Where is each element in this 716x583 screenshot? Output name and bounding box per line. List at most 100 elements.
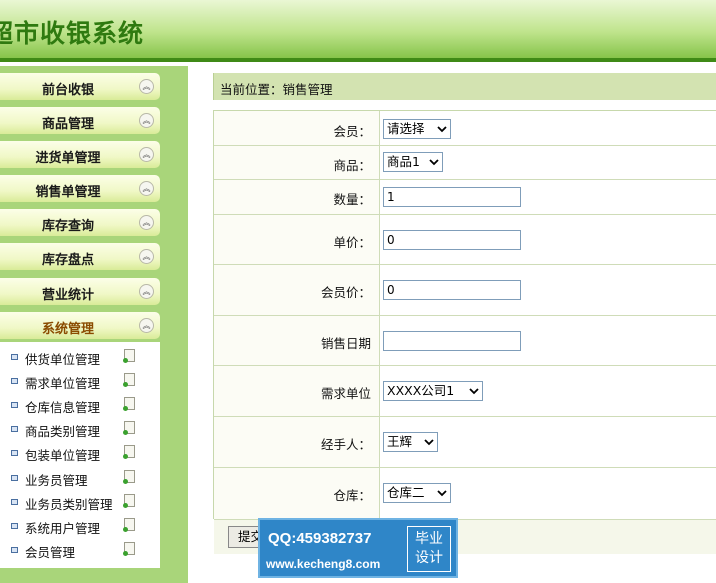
watermark-badge: 毕业 设计 <box>407 526 451 572</box>
submenu-item-label: 仓库信息管理 <box>25 400 101 415</box>
menu-item-label: 系统管理 <box>41 322 94 337</box>
submenu-item-suppliers[interactable]: 供货单位管理 <box>0 345 160 369</box>
form-row-unit-price: 单价： 0 <box>214 215 716 265</box>
menu-item-inventory-query[interactable]: 库存查询 ︽ <box>0 209 160 236</box>
bullet-icon <box>11 402 18 408</box>
bullet-icon <box>11 547 18 553</box>
breadcrumb: 当前位置：销售管理 <box>213 73 716 100</box>
handler-select-value: 王辉 <box>387 434 413 449</box>
demand-unit-label: 需求单位 <box>320 386 371 401</box>
submenu-item-product-categories[interactable]: 商品类别管理 <box>0 417 160 441</box>
handler-select[interactable]: 王辉 <box>383 432 438 452</box>
form-value-cell: 0 <box>381 215 716 264</box>
menu-item-system-management[interactable]: 系统管理 ︽ <box>0 312 160 339</box>
chevron-up-icon[interactable]: ︽ <box>139 147 154 162</box>
chevron-up-icon[interactable]: ︽ <box>139 215 154 230</box>
form-label-cell: 仓库： <box>214 468 380 519</box>
badge-line-1: 毕业 <box>415 531 443 547</box>
document-icon <box>123 445 135 459</box>
document-icon <box>123 542 135 556</box>
sidebar: 前台收银 ︽ 商品管理 ︽ 进货单管理 ︽ 销售单管理 ︽ 库存查询 ︽ 库存盘… <box>0 66 188 583</box>
unit-price-label: 单价： <box>333 235 371 250</box>
badge-line-2: 设计 <box>415 550 443 566</box>
menu-item-label: 前台收银 <box>41 83 94 98</box>
menu-item-sales-orders[interactable]: 销售单管理 ︽ <box>0 175 160 202</box>
document-icon <box>123 518 135 532</box>
bullet-icon <box>11 475 18 481</box>
member-label: 会员： <box>333 124 371 139</box>
menu-item-label: 库存盘点 <box>41 253 94 268</box>
submenu-item-salesperson-types[interactable]: 业务员类别管理 <box>0 490 160 514</box>
chevron-down-icon <box>437 126 447 133</box>
submenu-item-label: 商品类别管理 <box>25 424 101 439</box>
form-row-member: 会员： 请选择 <box>214 111 716 146</box>
form-value-cell: 1 <box>381 180 716 214</box>
form-value-cell <box>381 316 716 365</box>
chevron-up-icon[interactable]: ︽ <box>139 79 154 94</box>
member-price-input[interactable]: 0 <box>383 280 521 300</box>
document-icon <box>123 373 135 387</box>
form-row-member-price: 会员价： 0 <box>214 265 716 316</box>
chevron-down-icon <box>437 490 447 497</box>
form-label-cell: 会员价： <box>214 265 380 315</box>
chevron-down-icon <box>424 439 434 446</box>
submenu-item-warehouses[interactable]: 仓库信息管理 <box>0 393 160 417</box>
sales-form: 会员： 请选择 商品： 商品1 数量： 1 单价： 0 会员价： 0 销售日期 … <box>213 110 716 554</box>
form-label-cell: 销售日期 <box>214 316 380 365</box>
menu-item-stocktaking[interactable]: 库存盘点 ︽ <box>0 243 160 270</box>
bullet-icon <box>11 378 18 384</box>
unit-price-input[interactable]: 0 <box>383 230 521 250</box>
form-value-cell: 商品1 <box>381 146 716 179</box>
watermark-site: www.kecheng8.com <box>266 557 381 571</box>
submenu-item-demand-units[interactable]: 需求单位管理 <box>0 369 160 393</box>
form-value-cell: 王辉 <box>381 417 716 467</box>
bullet-icon <box>11 450 18 456</box>
warehouse-label: 仓库： <box>333 488 371 503</box>
menu-item-business-stats[interactable]: 营业统计 ︽ <box>0 278 160 305</box>
submenu-item-label: 供货单位管理 <box>25 352 101 367</box>
submenu-item-label: 会员管理 <box>25 545 76 560</box>
sale-date-input[interactable] <box>383 331 521 351</box>
warehouse-select-value: 仓库二 <box>387 485 425 500</box>
chevron-down-icon <box>429 159 439 166</box>
submenu-item-label: 业务员类别管理 <box>25 497 113 512</box>
warehouse-select[interactable]: 仓库二 <box>383 483 451 503</box>
chevron-up-icon[interactable]: ︽ <box>139 113 154 128</box>
form-label-cell: 需求单位 <box>214 366 380 416</box>
submenu-item-members[interactable]: 会员管理 <box>0 538 160 562</box>
quantity-input[interactable]: 1 <box>383 187 521 207</box>
menu-item-purchase-orders[interactable]: 进货单管理 ︽ <box>0 141 160 168</box>
document-icon <box>123 421 135 435</box>
document-icon <box>123 349 135 363</box>
form-value-cell: 请选择 <box>381 111 716 145</box>
demand-unit-select-value: XXXX公司1 <box>387 383 455 398</box>
chevron-up-icon[interactable]: ︽ <box>139 284 154 299</box>
submenu-item-salespeople[interactable]: 业务员管理 <box>0 466 160 490</box>
form-value-cell: XXXX公司1 <box>381 366 716 416</box>
member-price-label: 会员价： <box>320 285 371 300</box>
menu-item-label: 营业统计 <box>41 288 94 303</box>
menu-item-cashier[interactable]: 前台收银 ︽ <box>0 73 160 100</box>
member-select-value: 请选择 <box>387 121 425 136</box>
app-title: 超市收银系统 <box>0 19 145 48</box>
submenu-item-label: 包装单位管理 <box>25 448 101 463</box>
chevron-up-icon[interactable]: ︽ <box>139 318 154 333</box>
document-icon <box>123 494 135 508</box>
product-select[interactable]: 商品1 <box>383 152 443 172</box>
bullet-icon <box>11 426 18 432</box>
chevron-up-icon[interactable]: ︽ <box>139 181 154 196</box>
menu-item-label: 商品管理 <box>41 117 94 132</box>
product-label: 商品： <box>333 158 371 173</box>
menu-item-products[interactable]: 商品管理 ︽ <box>0 107 160 134</box>
chevron-down-icon <box>469 388 479 395</box>
form-label-cell: 经手人： <box>214 417 380 467</box>
submenu-item-system-users[interactable]: 系统用户管理 <box>0 514 160 538</box>
chevron-up-icon[interactable]: ︽ <box>139 249 154 264</box>
form-value-cell: 仓库二 <box>381 468 716 519</box>
demand-unit-select[interactable]: XXXX公司1 <box>383 381 483 401</box>
submenu-item-packaging-units[interactable]: 包装单位管理 <box>0 441 160 465</box>
form-label-cell: 单价： <box>214 215 380 264</box>
submenu-item-label: 业务员管理 <box>25 473 88 488</box>
form-value-cell: 0 <box>381 265 716 315</box>
member-select[interactable]: 请选择 <box>383 119 451 139</box>
